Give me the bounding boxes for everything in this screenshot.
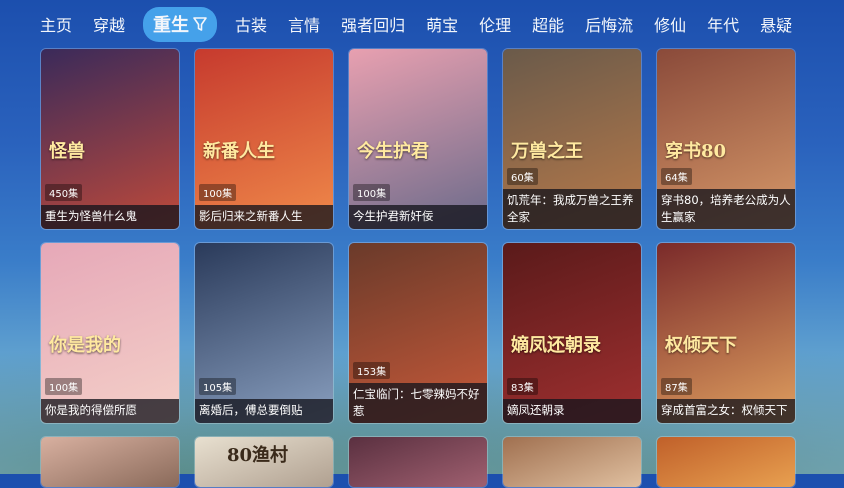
nav-tab-label: 伦理 (479, 16, 512, 35)
drama-card[interactable]: 嫡凤还朝录 83集 嫡凤还朝录 (502, 242, 642, 424)
poster-image (657, 437, 795, 487)
nav-tab-1[interactable]: 穿越 (93, 8, 125, 40)
drama-card[interactable]: 80渔村 (194, 436, 334, 488)
nav-tab-4[interactable]: 言情 (288, 8, 320, 40)
nav-tab-label: 重生 (153, 14, 190, 36)
episode-count-badge: 450集 (45, 184, 83, 201)
nav-tab-0[interactable]: 主页 (40, 8, 72, 40)
nav-tab-label: 后悔流 (585, 16, 634, 35)
drama-card[interactable] (656, 436, 796, 488)
drama-title: 嫡凤还朝录 (503, 399, 641, 423)
drama-card[interactable]: 153集仁宝临门：七零辣妈不好惹 (348, 242, 488, 424)
poster-logo-text: 新番人生 (203, 141, 275, 162)
drama-card[interactable] (502, 436, 642, 488)
drama-card[interactable]: 新番人生 100集影后归来之新番人生 (194, 48, 334, 230)
drama-title: 饥荒年：我成万兽之王养全家 (503, 189, 641, 229)
episode-count-badge: 100集 (45, 378, 83, 395)
drama-title: 仁宝临门：七零辣妈不好惹 (349, 383, 487, 423)
drama-title: 今生护君新奸佞 (349, 205, 487, 229)
poster-image (349, 437, 487, 487)
drama-title: 穿成首富之女：权倾天下 (657, 399, 795, 423)
episode-count-badge: 87集 (661, 378, 692, 395)
nav-tab-label: 年代 (707, 16, 740, 35)
poster-image (503, 437, 641, 487)
nav-tab-10[interactable]: 修仙 (654, 8, 686, 40)
drama-card[interactable]: 你是我的 100集你是我的得偿所愿 (40, 242, 180, 424)
nav-tab-label: 强者回归 (341, 16, 406, 35)
poster-image (41, 437, 179, 487)
drama-title: 穿书80，培养老公成为人生赢家 (657, 189, 795, 229)
episode-count-badge: 83集 (507, 378, 538, 395)
nav-tab-7[interactable]: 伦理 (479, 8, 511, 40)
nav-tab-2[interactable]: 重生 (143, 6, 218, 42)
nav-tab-3[interactable]: 古装 (235, 8, 267, 40)
drama-title: 离婚后，傅总要倒贴 (195, 399, 333, 423)
episode-count-badge: 60集 (507, 168, 538, 185)
drama-title: 影后归来之新番人生 (195, 205, 333, 229)
drama-grid: 怪兽 450集 重生为怪兽什么鬼 新番人生 100集 影后归来之新番人生 今生护君 100集今… (40, 48, 800, 488)
nav-tab-label: 主页 (40, 16, 73, 35)
episode-count-badge: 64集 (661, 168, 692, 185)
episode-count-badge: 105集 (199, 378, 237, 395)
drama-card[interactable]: 今生护君 100集今生护君新奸佞 (348, 48, 488, 230)
drama-card[interactable] (40, 436, 180, 488)
drama-card[interactable]: 万兽之王 60集饥荒年：我成万兽之王养全家 (502, 48, 642, 230)
drama-card[interactable]: 穿书80 64集穿书80，培养老公成为人生赢家 (656, 48, 796, 230)
drama-card[interactable]: 105集离婚后，傅总要倒贴 (194, 242, 334, 424)
nav-tab-label: 修仙 (654, 16, 687, 35)
poster-image (195, 243, 333, 423)
poster-logo-text: 嫡凤还朝录 (511, 335, 601, 356)
nav-tab-label: 言情 (288, 16, 321, 35)
nav-tab-11[interactable]: 年代 (707, 8, 739, 40)
nav-tab-label: 萌宝 (426, 16, 459, 35)
episode-count-badge: 100集 (353, 184, 391, 201)
poster-logo-text: 80渔村 (227, 445, 289, 466)
category-nav: 主页 穿越 重生 古装 言情 强者回归 萌宝 伦理 超能 后悔流 修仙 年代 悬疑 (0, 0, 844, 48)
poster-logo-text: 穿书80 (665, 141, 727, 162)
poster-logo-text: 权倾天下 (665, 335, 737, 356)
drama-title: 重生为怪兽什么鬼 (41, 205, 179, 229)
poster-logo-text: 你是我的 (49, 335, 121, 356)
nav-tab-8[interactable]: 超能 (532, 8, 564, 40)
nav-tab-5[interactable]: 强者回归 (341, 8, 405, 40)
poster-logo-text: 今生护君 (357, 141, 429, 162)
nav-tab-12[interactable]: 悬疑 (760, 8, 792, 40)
nav-tab-6[interactable]: 萌宝 (426, 8, 458, 40)
episode-count-badge: 153集 (353, 362, 391, 379)
drama-card[interactable] (348, 436, 488, 488)
filter-icon[interactable] (193, 16, 207, 32)
nav-tab-9[interactable]: 后悔流 (585, 8, 633, 40)
drama-card[interactable]: 权倾天下 87集穿成首富之女：权倾天下 (656, 242, 796, 424)
episode-count-badge: 100集 (199, 184, 237, 201)
poster-logo-text: 怪兽 (49, 141, 85, 162)
nav-tab-label: 古装 (235, 16, 268, 35)
poster-logo-text: 万兽之王 (511, 141, 583, 162)
drama-title: 你是我的得偿所愿 (41, 399, 179, 423)
nav-tab-label: 悬疑 (760, 16, 793, 35)
drama-card[interactable]: 怪兽 450集重生为怪兽什么鬼 (40, 48, 180, 230)
nav-tab-label: 超能 (532, 16, 565, 35)
nav-tab-label: 穿越 (93, 16, 126, 35)
